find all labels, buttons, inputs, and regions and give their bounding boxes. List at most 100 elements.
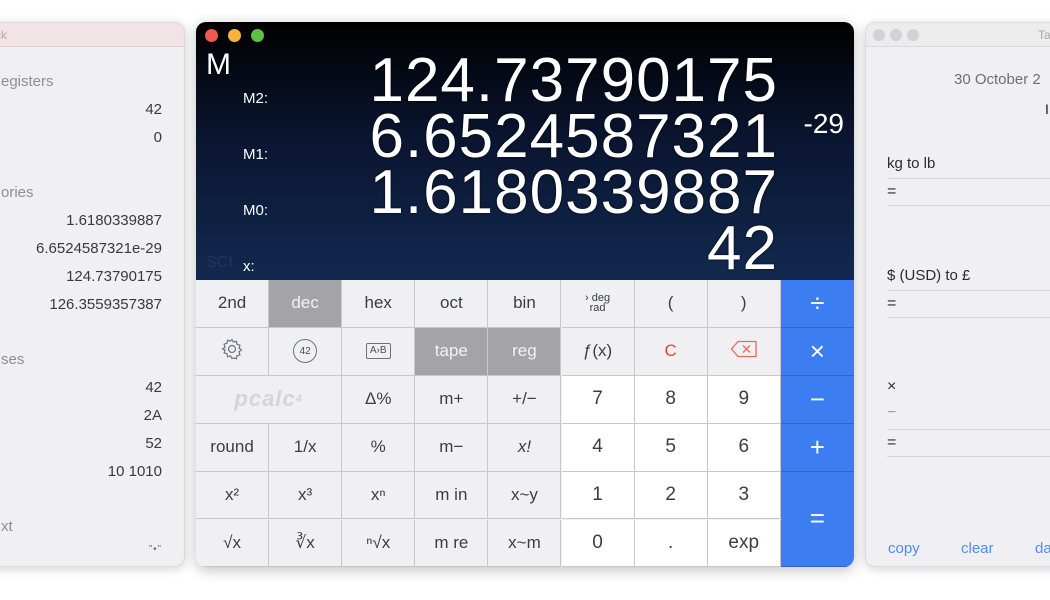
key-m-minus[interactable]: m− [415, 423, 489, 472]
tape-date: 30 October 2 [954, 71, 1041, 88]
base-value-oct[interactable]: 52 [145, 435, 162, 452]
divider [887, 317, 1050, 318]
key-dec[interactable]: dec [269, 280, 343, 328]
memory-value[interactable]: 1.6180339887 [66, 212, 162, 229]
section-header-memories: ories [1, 184, 34, 201]
key-equals[interactable]: = [780, 471, 854, 567]
memory-value[interactable]: 6.6524587321e-29 [36, 240, 162, 257]
key-add[interactable]: + [780, 423, 854, 472]
gear-icon [220, 337, 244, 366]
memory-value[interactable]: 126.3559357387 [49, 296, 162, 313]
backspace-button[interactable] [707, 327, 781, 376]
key-4[interactable]: 4 [561, 423, 635, 472]
key-3[interactable]: 3 [707, 471, 781, 520]
close-window-button[interactable] [205, 29, 218, 42]
key-7[interactable]: 7 [561, 375, 635, 424]
divider [887, 205, 1050, 206]
key-percent[interactable]: % [342, 423, 416, 472]
a-to-b-icon: A›B [365, 343, 391, 360]
divider [887, 178, 1050, 179]
base-value-bin[interactable]: 10 1010 [108, 463, 162, 480]
key-nth-root[interactable]: ⁿ√x [342, 519, 416, 567]
calculator-window: M M2: M1: M0: x: SCI 124.73790175 6.6524… [196, 22, 854, 567]
key-5[interactable]: 5 [634, 423, 708, 472]
register-label-m2: M2: [243, 90, 269, 107]
key-1[interactable]: 1 [561, 471, 635, 520]
key-divide[interactable]: ÷ [780, 280, 854, 328]
memory-value[interactable]: 124.73790175 [66, 268, 162, 285]
equals-sign: = [887, 295, 897, 312]
key-decimal[interactable]: . [634, 519, 708, 567]
circled-42-icon: 42 [293, 339, 318, 364]
memory-indicator: M [206, 48, 231, 81]
key-plus-minus[interactable]: +/− [488, 375, 562, 424]
equals-sign: = [887, 183, 897, 200]
key-oct[interactable]: oct [415, 280, 489, 328]
key-power[interactable]: xⁿ [342, 471, 416, 520]
key-sqrt[interactable]: √x [196, 519, 270, 567]
exponent-m1: -29 [803, 108, 844, 139]
key-multiply[interactable]: × [780, 327, 854, 376]
key-m-plus[interactable]: m+ [415, 375, 489, 424]
key-cbrt[interactable]: ∛x [269, 519, 343, 567]
key-factorial[interactable]: x! [488, 423, 562, 472]
constants-button[interactable]: 42 [269, 327, 343, 376]
clear-button[interactable]: clear [961, 540, 994, 557]
registers-panel: ck egisters 42 0 ories 1.6180339887 6.65… [0, 22, 185, 567]
copy-button[interactable]: copy [888, 540, 920, 557]
key-c[interactable]: C [634, 327, 708, 376]
register-value[interactable]: 42 [145, 101, 162, 118]
key-tape[interactable]: tape [415, 327, 489, 376]
date-button[interactable]: da [1035, 540, 1050, 557]
key-m-re[interactable]: m re [415, 519, 489, 567]
key-0[interactable]: 0 [561, 519, 635, 567]
key-reciprocal[interactable]: 1/x [269, 423, 343, 472]
section-header-text: xt [1, 518, 13, 535]
key-cube[interactable]: x³ [269, 471, 343, 520]
conversions-button[interactable]: A›B [342, 327, 416, 376]
key-square[interactable]: x² [196, 471, 270, 520]
minimize-window-button[interactable] [890, 29, 902, 41]
key-bin[interactable]: bin [488, 280, 562, 328]
key-delta-percent[interactable]: Δ% [342, 375, 416, 424]
key-6[interactable]: 6 [707, 423, 781, 472]
base-value-hex[interactable]: 2A [144, 407, 162, 424]
register-label-m0: M0: [243, 202, 269, 219]
multiply-sign: × [887, 378, 897, 395]
key-x-m[interactable]: x~m [488, 519, 562, 567]
key-m-in[interactable]: m in [415, 471, 489, 520]
key-subtract[interactable]: − [780, 375, 854, 424]
keypad: 2nd dec hex oct bin › deg rad() ÷ 42 A›B tape reg ƒ(… [196, 280, 854, 567]
key-functions[interactable]: ƒ(x) [561, 327, 635, 376]
registers-panel-titlebar: ck [0, 23, 184, 47]
tape-panel-titlebar: Ta [866, 23, 1050, 47]
key-2nd[interactable]: 2nd [196, 280, 270, 328]
minimize-window-button[interactable] [228, 29, 241, 42]
close-window-button[interactable] [873, 29, 885, 41]
key-8[interactable]: 8 [634, 375, 708, 424]
key-exp[interactable]: exp [707, 519, 781, 567]
equals-sign: = [887, 434, 897, 451]
base-value-dec[interactable]: 42 [145, 379, 162, 396]
key-hex[interactable]: hex [342, 280, 416, 328]
key-9[interactable]: 9 [707, 375, 781, 424]
key-reg[interactable]: reg [488, 327, 562, 376]
key-open-paren[interactable]: ( [634, 280, 708, 328]
zoom-window-button[interactable] [907, 29, 919, 41]
logo-text: pcalc [234, 386, 296, 412]
zoom-window-button[interactable] [251, 29, 264, 42]
key-close-paren[interactable]: ) [707, 280, 781, 328]
settings-button[interactable] [196, 327, 270, 376]
desktop: ck egisters 42 0 ories 1.6180339887 6.65… [0, 0, 1050, 600]
key-x-y[interactable]: x~y [488, 471, 562, 520]
tape-mark: I [1045, 101, 1049, 117]
register-value[interactable]: 0 [154, 129, 162, 146]
key-2[interactable]: 2 [634, 471, 708, 520]
quote-icon[interactable]: ”•” [149, 544, 162, 555]
deg-rad-toggle[interactable]: › deg rad [561, 280, 635, 328]
tape-panel-title: Ta [1038, 28, 1050, 42]
minus-sign: − [887, 404, 897, 421]
rad-label: rad [589, 302, 606, 315]
tape-panel: Ta 30 October 2 I kg to lb = $ (USD) to … [865, 22, 1050, 567]
key-round[interactable]: round [196, 423, 270, 472]
